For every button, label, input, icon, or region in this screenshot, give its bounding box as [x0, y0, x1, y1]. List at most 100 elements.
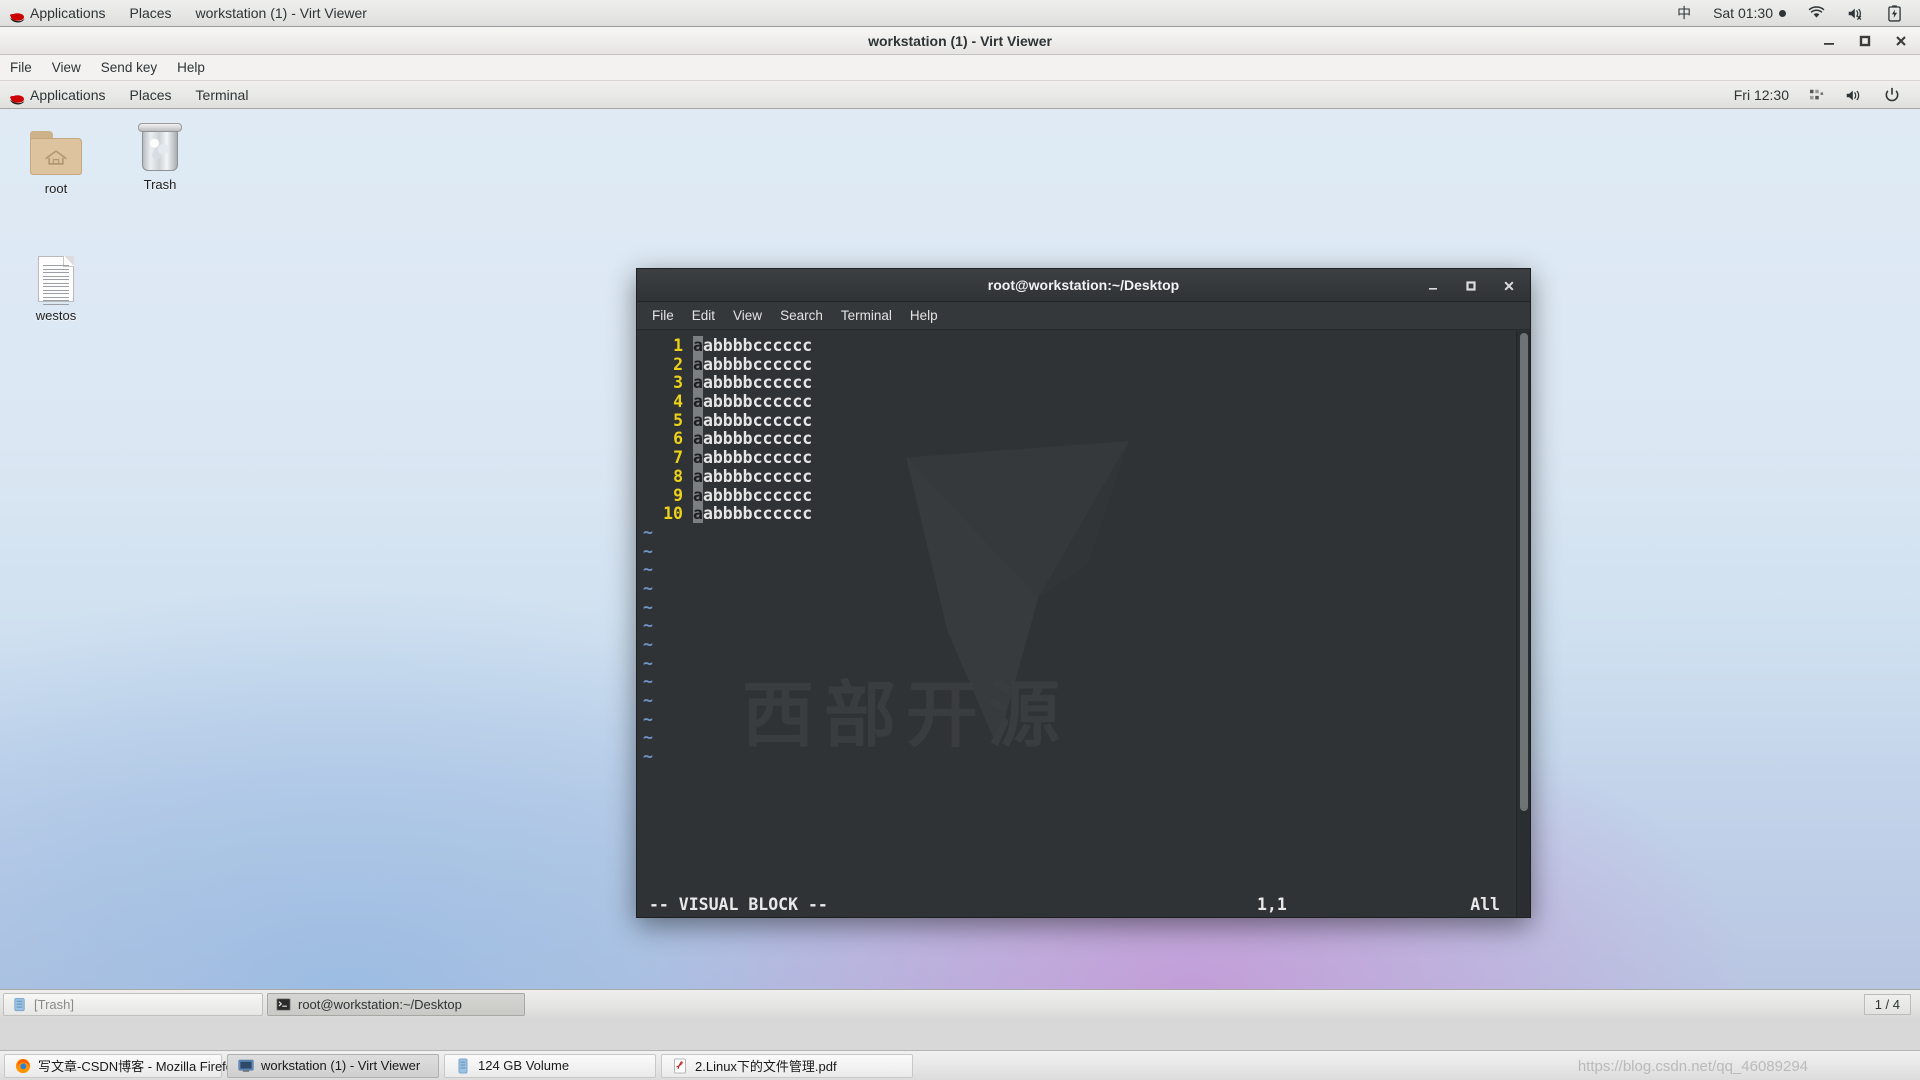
- csdn-watermark: https://blog.csdn.net/qq_46089294: [1577, 1058, 1808, 1075]
- virt-viewer-window: workstation (1) - Virt Viewer File View …: [0, 27, 1920, 1018]
- host-applications-menu[interactable]: Applications: [0, 0, 118, 27]
- trash-icon: [112, 113, 208, 171]
- vim-line-text: aabbbbcccccc: [693, 373, 813, 393]
- desktop-icon-westos[interactable]: westos: [8, 244, 104, 323]
- wifi-icon[interactable]: [1797, 0, 1836, 27]
- guest-vm-screen: Applications Places Terminal Fri 12:30 r…: [0, 82, 1920, 1018]
- vim-line: 2 aabbbbcccccc: [637, 354, 1516, 375]
- vim-line-text: aabbbbcccccc: [693, 392, 813, 412]
- guest-clock[interactable]: Fri 12:30: [1724, 87, 1799, 103]
- vim-cursor-position: 1,1: [1257, 894, 1287, 914]
- desktop-icon-trash-label: Trash: [143, 177, 177, 192]
- vim-line-text: aabbbbcccccc: [693, 354, 813, 374]
- ime-label: 中: [1677, 5, 1692, 21]
- workspace-switcher[interactable]: 1 / 4: [1863, 993, 1911, 1015]
- ime-indicator[interactable]: 中: [1666, 0, 1702, 27]
- terminal-titlebar[interactable]: root@workstation:~/Desktop: [637, 269, 1530, 302]
- desktop-icon-root[interactable]: root: [8, 117, 104, 196]
- vim-status-line: -- VISUAL BLOCK -- 1,1 All: [637, 891, 1516, 917]
- virt-viewer-titlebar[interactable]: workstation (1) - Virt Viewer: [0, 27, 1920, 55]
- close-icon[interactable]: [1500, 277, 1518, 295]
- vim-visual-block-selection: a: [693, 392, 703, 412]
- vim-line-number: 2: [673, 354, 683, 374]
- vim-line-number: 1: [673, 336, 683, 355]
- virt-viewer-menubar: File View Send key Help: [0, 55, 1920, 81]
- host-taskbar-item-virt-viewer[interactable]: workstation (1) - Virt Viewer: [227, 1053, 439, 1078]
- maximize-icon[interactable]: [1856, 32, 1874, 50]
- vim-line-text: aabbbbcccccc: [693, 504, 813, 524]
- volume-icon[interactable]: [1835, 88, 1874, 103]
- vim-line-number: 6: [673, 429, 683, 449]
- guest-top-panel: Applications Places Terminal Fri 12:30: [0, 82, 1920, 109]
- host-taskbar-item-pdf[interactable]: 2.Linux下的文件管理.pdf: [661, 1053, 913, 1078]
- desktop-icon-trash[interactable]: Trash: [112, 113, 208, 192]
- pdf-icon: [672, 1058, 687, 1074]
- terminal-icon: [276, 997, 291, 1012]
- guest-taskbar-item-trash[interactable]: [Trash]: [3, 992, 263, 1016]
- vim-line: 4 aabbbbcccccc: [637, 392, 1516, 412]
- guest-desktop[interactable]: root Trash westos root@workstation:~/Des…: [0, 109, 1920, 989]
- vim-visual-block-selection: a: [693, 429, 703, 449]
- vim-tilde-line: ~: [643, 616, 653, 636]
- terminal-scrollbar-thumb[interactable]: [1520, 333, 1528, 811]
- vv-menu-view[interactable]: View: [42, 55, 91, 81]
- vv-menu-send-key[interactable]: Send key: [91, 55, 167, 81]
- term-menu-view[interactable]: View: [724, 302, 771, 330]
- vim-editor[interactable]: 1 aabbbbcccccc 2 aabbbbcccccc 3 aabbbbcccccc 4…: [637, 331, 1516, 917]
- network-icon[interactable]: [1799, 88, 1835, 102]
- volume-muted-icon[interactable]: [1836, 0, 1877, 27]
- term-menu-terminal[interactable]: Terminal: [832, 302, 901, 330]
- virt-viewer-title: workstation (1) - Virt Viewer: [868, 32, 1052, 49]
- host-tray: 中 Sat 01:30: [1666, 0, 1920, 27]
- redhat-logo-icon: [8, 88, 25, 104]
- guest-applications-menu[interactable]: Applications: [0, 82, 118, 109]
- terminal-scrollbar[interactable]: [1516, 331, 1530, 917]
- terminal-body[interactable]: 西部开源 1 aabbbbcccccc 2 aabbbbcccccc 3 aabbbbcc…: [637, 331, 1530, 917]
- guest-places-menu[interactable]: Places: [118, 82, 184, 109]
- vim-line-number: 10: [663, 504, 683, 524]
- desktop-icon-westos-label: westos: [35, 308, 77, 323]
- vim-line-number: 4: [673, 392, 683, 412]
- guest-taskbar-item-trash-label: [Trash]: [34, 996, 74, 1012]
- vim-visual-block-selection: a: [693, 485, 703, 505]
- host-clock[interactable]: Sat 01:30: [1702, 0, 1797, 27]
- vim-visual-block-selection: a: [693, 373, 703, 393]
- vim-line-text: aabbbbcccccc: [693, 410, 813, 430]
- vim-tilde-line: ~: [643, 578, 653, 598]
- vv-menu-file[interactable]: File: [0, 55, 42, 81]
- guest-taskbar-item-terminal[interactable]: root@workstation:~/Desktop: [267, 992, 525, 1016]
- workspace-switcher-label: 1 / 4: [1874, 996, 1900, 1012]
- host-taskbar-item-firefox[interactable]: 写文章-CSDN博客 - Mozilla Firefox: [4, 1053, 240, 1078]
- battery-charging-icon[interactable]: [1877, 0, 1912, 27]
- host-taskbar-item-virt-viewer-label: workstation (1) - Virt Viewer: [261, 1058, 421, 1073]
- power-icon[interactable]: [1874, 87, 1910, 103]
- vim-tilde-line: ~: [643, 672, 653, 692]
- vv-menu-help[interactable]: Help: [167, 55, 215, 81]
- vim-mode-label: -- VISUAL BLOCK --: [649, 894, 828, 914]
- vim-visual-block-selection: a: [693, 410, 703, 430]
- vim-tilde-line: ~: [643, 691, 653, 711]
- term-menu-search[interactable]: Search: [771, 302, 832, 330]
- vim-line-text: aabbbbcccccc: [693, 336, 813, 355]
- terminal-window-buttons: [1424, 269, 1518, 302]
- vim-line-number: 7: [673, 448, 683, 468]
- host-taskbar-item-volume[interactable]: 124 GB Volume: [444, 1053, 656, 1078]
- guest-places-label: Places: [129, 86, 172, 103]
- vim-line: 9 aabbbbcccccc: [637, 485, 1516, 506]
- host-window-menu-virt-viewer[interactable]: workstation (1) - Virt Viewer: [184, 0, 379, 27]
- host-places-menu[interactable]: Places: [118, 0, 184, 27]
- term-menu-help[interactable]: Help: [901, 302, 947, 330]
- vim-line: 5 aabbbbcccccc: [637, 410, 1516, 431]
- guest-window-menu-terminal[interactable]: Terminal: [184, 82, 261, 109]
- close-icon[interactable]: [1892, 32, 1910, 50]
- vim-line: 10 aabbbbcccccc: [637, 504, 1516, 524]
- trash-icon: [12, 997, 27, 1012]
- maximize-icon[interactable]: [1462, 277, 1480, 295]
- term-menu-edit[interactable]: Edit: [683, 302, 724, 330]
- terminal-title: root@workstation:~/Desktop: [987, 277, 1180, 293]
- term-menu-file[interactable]: File: [643, 302, 683, 330]
- minimize-icon[interactable]: [1820, 32, 1838, 50]
- minimize-icon[interactable]: [1424, 277, 1442, 295]
- vim-line: 1 aabbbbcccccc: [637, 336, 1516, 356]
- vim-tilde-line: ~: [643, 597, 653, 617]
